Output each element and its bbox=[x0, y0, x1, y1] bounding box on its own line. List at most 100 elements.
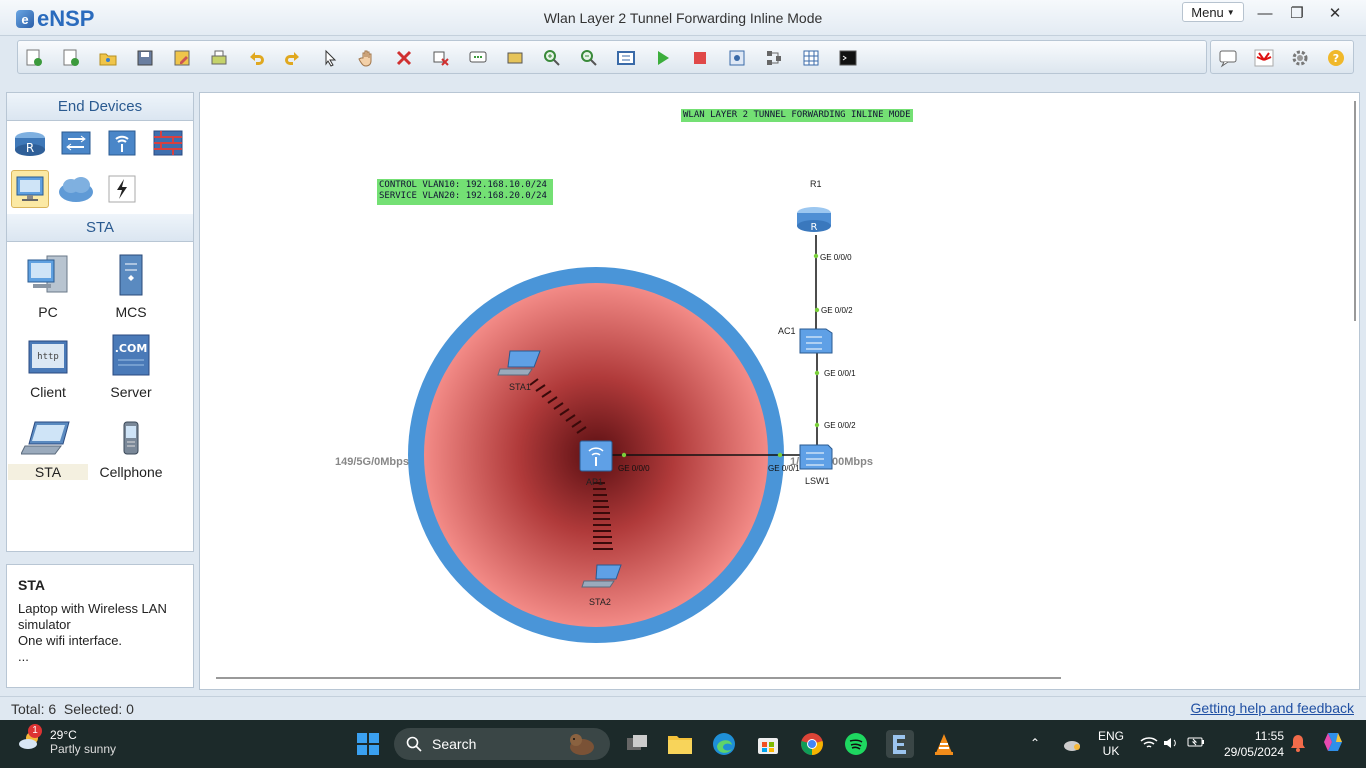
taskbar-task-view[interactable] bbox=[623, 730, 651, 758]
title-note[interactable]: WLAN LAYER 2 TUNNEL FORWARDING INLINE MO… bbox=[681, 109, 913, 122]
menu-button[interactable]: Menu ▼ bbox=[1182, 2, 1244, 22]
category-cloud[interactable] bbox=[57, 170, 95, 208]
category-switch[interactable] bbox=[57, 124, 95, 162]
access-point-ap1[interactable] bbox=[579, 440, 613, 472]
delete-button[interactable] bbox=[393, 48, 415, 68]
battery-icon bbox=[1187, 737, 1204, 747]
device-list: PC MCS http Client .COM Server STA Cellp… bbox=[7, 242, 193, 552]
restore-button[interactable]: ❐ bbox=[1280, 2, 1314, 24]
category-router[interactable]: R bbox=[11, 124, 49, 162]
help-button[interactable]: ? bbox=[1325, 48, 1347, 68]
zoom-out-icon bbox=[581, 50, 597, 66]
taskbar-file-explorer[interactable] bbox=[666, 730, 694, 758]
add-area-button[interactable] bbox=[504, 48, 526, 68]
device-pc[interactable]: PC bbox=[8, 248, 88, 320]
new-topology-button[interactable] bbox=[23, 48, 45, 68]
label-ap1: AP1 bbox=[586, 477, 604, 487]
copilot-button[interactable] bbox=[1322, 730, 1346, 758]
description-line-1: Laptop with Wireless LAN simulator bbox=[18, 601, 167, 632]
vlan-note[interactable]: CONTROL VLAN10: 192.168.10.0/24 SERVICE V… bbox=[377, 179, 553, 205]
huawei-button[interactable] bbox=[1253, 48, 1275, 68]
search-icon bbox=[406, 736, 422, 752]
grid-button[interactable] bbox=[800, 48, 822, 68]
topology-canvas[interactable]: R WLAN LAYER 2 TUNNEL FORWARDING INLINE … bbox=[199, 92, 1360, 690]
client-icon: http bbox=[28, 340, 68, 374]
console-button[interactable] bbox=[837, 48, 859, 68]
topology-drawing: R bbox=[408, 207, 833, 643]
taskbar-chrome[interactable] bbox=[798, 730, 826, 758]
save-button[interactable] bbox=[134, 48, 156, 68]
help-feedback-link[interactable]: Getting help and feedback bbox=[1191, 700, 1354, 716]
close-button[interactable]: ✕ bbox=[1318, 2, 1352, 24]
device-server[interactable]: .COM Server bbox=[91, 328, 171, 400]
device-label: Cellphone bbox=[99, 464, 163, 480]
mcs-icon bbox=[119, 254, 143, 296]
stop-device-button[interactable] bbox=[689, 48, 711, 68]
category-firewall[interactable] bbox=[149, 124, 187, 162]
windows-taskbar: 1 29°C Partly sunny Search ⌃ ENG UK 11:55… bbox=[0, 720, 1366, 768]
device-cellphone[interactable]: Cellphone bbox=[91, 408, 171, 480]
cursor-icon bbox=[325, 49, 337, 67]
language-indicator[interactable]: ENG UK bbox=[1098, 729, 1124, 759]
zoom-out-button[interactable] bbox=[578, 48, 600, 68]
redo-button[interactable] bbox=[282, 48, 304, 68]
windows-start-button[interactable] bbox=[354, 730, 382, 758]
show-interface-button[interactable] bbox=[763, 48, 785, 68]
port-r1-ge000: GE 0/0/0 bbox=[820, 253, 852, 262]
chat-button[interactable] bbox=[1217, 48, 1239, 68]
horizontal-scrollbar[interactable] bbox=[216, 677, 1061, 679]
open-button[interactable] bbox=[97, 48, 119, 68]
tray-onedrive[interactable] bbox=[1062, 736, 1082, 756]
undo-button[interactable] bbox=[245, 48, 267, 68]
port-ac1-ge001: GE 0/0/1 bbox=[824, 369, 856, 378]
language-code: ENG bbox=[1098, 729, 1125, 743]
category-wlan[interactable] bbox=[103, 124, 141, 162]
tray-battery[interactable] bbox=[1187, 736, 1205, 752]
pan-button[interactable] bbox=[356, 48, 378, 68]
taskbar-ensp[interactable] bbox=[886, 730, 914, 758]
help-icon: ? bbox=[1328, 50, 1344, 66]
tray-volume[interactable] bbox=[1163, 736, 1179, 754]
add-note-button[interactable] bbox=[467, 48, 489, 68]
router-r1[interactable]: R bbox=[797, 207, 831, 233]
switch-lsw1[interactable] bbox=[799, 444, 833, 470]
show-hidden-icons[interactable]: ⌃ bbox=[1030, 736, 1040, 751]
taskbar-search[interactable]: Search bbox=[394, 728, 610, 760]
lightning-icon bbox=[108, 175, 136, 203]
new-from-template-button[interactable] bbox=[60, 48, 82, 68]
device-sta[interactable]: STA bbox=[8, 408, 88, 480]
select-button[interactable] bbox=[319, 48, 341, 68]
caret-down-icon: ▼ bbox=[1226, 7, 1235, 17]
capture-icon bbox=[729, 50, 745, 66]
taskbar-edge[interactable] bbox=[710, 730, 738, 758]
note-icon bbox=[469, 51, 487, 63]
taskbar-clock[interactable]: 11:55 29/05/2024 bbox=[1218, 728, 1284, 760]
print-button[interactable] bbox=[208, 48, 230, 68]
zoom-in-button[interactable] bbox=[541, 48, 563, 68]
device-client[interactable]: http Client bbox=[8, 328, 88, 400]
window-title: Wlan Layer 2 Tunnel Forwarding Inline Mo… bbox=[543, 10, 823, 26]
delete-links-button[interactable] bbox=[430, 48, 452, 68]
notification-bell[interactable] bbox=[1290, 734, 1306, 756]
weather-widget[interactable]: 1 29°C Partly sunny bbox=[18, 724, 116, 756]
category-end-devices[interactable] bbox=[11, 170, 49, 208]
tray-network[interactable] bbox=[1140, 736, 1158, 754]
category-auxiliary[interactable] bbox=[103, 170, 141, 208]
minimize-button[interactable]: — bbox=[1248, 2, 1282, 24]
otter-icon bbox=[570, 734, 594, 755]
fit-view-button[interactable] bbox=[615, 48, 637, 68]
start-device-button[interactable] bbox=[652, 48, 674, 68]
save-as-button[interactable] bbox=[171, 48, 193, 68]
vertical-scrollbar[interactable] bbox=[1354, 101, 1356, 321]
clock-time: 11:55 bbox=[1254, 729, 1284, 743]
taskbar-vlc[interactable] bbox=[930, 730, 958, 758]
taskbar-store[interactable] bbox=[754, 730, 782, 758]
taskbar-spotify[interactable] bbox=[842, 730, 870, 758]
access-controller-ac1[interactable] bbox=[799, 328, 833, 354]
title-bar: e eNSP Wlan Layer 2 Tunnel Forwarding Inl… bbox=[0, 0, 1366, 36]
device-mcs[interactable]: MCS bbox=[91, 248, 171, 320]
device-label: Client bbox=[30, 384, 66, 400]
settings-button[interactable] bbox=[1289, 48, 1311, 68]
capture-data-button[interactable] bbox=[726, 48, 748, 68]
ensp-icon bbox=[893, 735, 906, 754]
